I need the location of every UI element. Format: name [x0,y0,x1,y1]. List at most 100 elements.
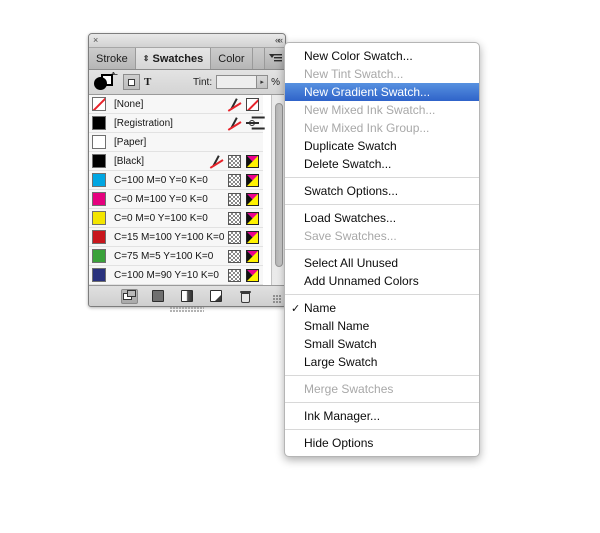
show-all-swatches-button[interactable] [150,289,167,304]
swap-fill-stroke-icon[interactable]: ⬑ [111,70,118,79]
swatch-row[interactable]: C=100 M=90 Y=10 K=0 [89,266,263,285]
menu-item-add-unnamed-colors[interactable]: Add Unnamed Colors [285,272,479,290]
swatch-color-chip[interactable] [92,135,106,149]
panel-menu-icon [268,54,282,62]
panel-tab-strip: Stroke ⇕ Swatches Color [89,48,285,70]
scrollbar-thumb[interactable] [275,103,283,267]
swatch-row[interactable]: [Paper] [89,133,263,152]
menu-item-delete-swatch[interactable]: Delete Swatch... [285,155,479,173]
delete-swatch-button[interactable] [237,289,254,304]
collapse-panel-icon[interactable]: «« [275,35,283,46]
panel-menu-button[interactable] [264,48,285,69]
swatch-color-chip[interactable] [92,97,106,111]
tint-input[interactable] [216,75,257,89]
resize-grip[interactable] [273,295,282,304]
menu-item-select-all-unused[interactable]: Select All Unused [285,254,479,272]
tab-stroke[interactable]: Stroke [89,48,136,69]
process-color-icon [228,192,241,206]
swatch-name-label: [None] [114,98,144,110]
new-color-group-icon [122,290,136,302]
swatch-row-icons [228,117,263,130]
fill-stroke-proxy[interactable]: ⬑ [94,70,118,92]
formatting-affects-container-button[interactable] [123,74,140,90]
menu-item-duplicate-swatch[interactable]: Duplicate Swatch [285,137,479,155]
swatch-name-label: C=75 M=5 Y=100 K=0 [114,250,214,262]
menu-item-new-color-swatch[interactable]: New Color Swatch... [285,47,479,65]
menu-separator [285,402,479,403]
menu-item-load-swatches[interactable]: Load Swatches... [285,209,479,227]
menu-item-hide-options[interactable]: Hide Options [285,434,479,452]
panel-titlebar[interactable]: × «« [89,34,285,48]
swatch-name-label: [Paper] [114,136,147,148]
swatch-row-icons [210,154,263,168]
swatch-list-scrollbar[interactable] [271,95,285,285]
swatch-color-chip[interactable] [92,154,106,168]
menu-item-swatch-options[interactable]: Swatch Options... [285,182,479,200]
menu-item-label: Save Swatches... [304,229,397,243]
menu-item-small-swatch[interactable]: Small Swatch [285,335,479,353]
swatch-color-chip[interactable] [92,268,106,282]
swatch-row[interactable]: C=100 M=0 Y=0 K=0 [89,171,263,190]
swatch-name-label: [Registration] [114,117,173,129]
swatch-color-chip[interactable] [92,211,106,225]
new-color-group-button[interactable] [120,288,138,304]
swatch-color-chip[interactable] [92,192,106,206]
menu-item-label: New Mixed Ink Swatch... [304,103,436,117]
formatting-affects-text-button[interactable]: T [144,76,151,88]
new-swatch-button[interactable] [208,289,225,304]
cmyk-color-mode-icon [246,154,259,168]
show-gradient-swatches-button[interactable] [179,289,196,304]
swatch-list: [None] [Registration] [Paper] [Black] C=100 … [89,95,285,286]
swatch-name-label: [Black] [114,155,145,167]
tab-color[interactable]: Color [211,48,253,69]
menu-item-new-gradient-swatch[interactable]: New Gradient Swatch... [285,83,479,101]
menu-item-label: New Color Swatch... [304,49,413,63]
panel-drag-grip[interactable] [170,307,204,312]
menu-item-label: Name [304,301,337,315]
cmyk-color-mode-icon [246,249,259,263]
tint-unit-label: % [271,76,280,88]
trash-icon [239,290,251,303]
swatch-color-chip[interactable] [92,173,106,187]
swatch-row[interactable]: C=15 M=100 Y=100 K=0 [89,228,263,247]
menu-item-ink-manager[interactable]: Ink Manager... [285,407,479,425]
checkmark-icon: ✓ [291,302,301,315]
menu-separator [285,294,479,295]
swatch-row[interactable]: [Registration] [89,114,263,133]
swatch-row[interactable]: C=0 M=100 Y=0 K=0 [89,190,263,209]
cmyk-color-mode-icon [246,211,259,225]
swatch-row[interactable]: C=0 M=0 Y=100 K=0 [89,209,263,228]
menu-item-label: Small Name [304,319,370,333]
process-color-icon [228,154,241,168]
tint-stepper-button[interactable]: ▸ [256,75,269,89]
swatch-row-icons [228,249,263,263]
swatch-row-icons [228,173,263,187]
menu-item-large-swatch[interactable]: Large Swatch [285,353,479,371]
tab-strip-filler [252,48,264,69]
cmyk-color-mode-icon [246,230,259,244]
menu-separator [285,375,479,376]
swatch-row[interactable]: [None] [89,95,263,114]
tab-swatches-label: Swatches [152,52,204,65]
menu-item-save-swatches: Save Swatches... [285,227,479,245]
menu-item-label: Hide Options [304,436,374,450]
solid-swatch-icon [152,290,164,302]
swatches-panel-context-menu: New Color Swatch... New Tint Swatch... New… [284,42,480,457]
menu-item-name[interactable]: ✓ Name [285,299,479,317]
process-color-icon [228,268,241,282]
cmyk-color-mode-icon [246,192,259,206]
swatch-color-chip[interactable] [92,249,106,263]
menu-item-label: New Mixed Ink Group... [304,121,430,135]
swatch-color-chip[interactable] [92,230,106,244]
swatch-row[interactable]: [Black] [89,152,263,171]
menu-item-label: Ink Manager... [304,409,381,423]
menu-item-small-name[interactable]: Small Name [285,317,479,335]
swatches-panel-footer [89,286,285,306]
fill-proxy-icon[interactable] [94,76,107,90]
tab-swatches[interactable]: ⇕ Swatches [135,48,212,69]
swatch-row[interactable]: C=75 M=5 Y=100 K=0 [89,247,263,266]
swatch-color-chip[interactable] [92,116,106,130]
cmyk-color-mode-icon [246,173,259,187]
close-icon[interactable]: × [93,35,98,46]
non-printing-pen-icon [228,117,241,130]
